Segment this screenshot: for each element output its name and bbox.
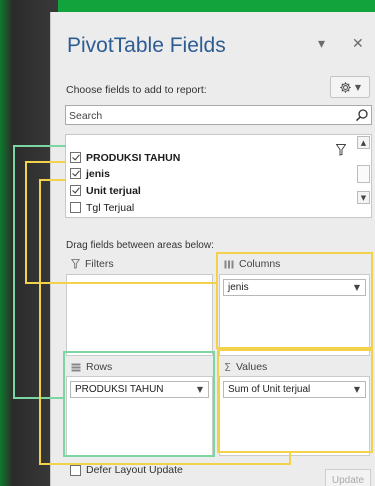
pane-options-dropdown[interactable]: ▾	[318, 36, 325, 52]
rows-icon	[71, 363, 81, 372]
scroll-down-icon[interactable]: ▼	[357, 191, 370, 204]
close-icon[interactable]: ✕	[352, 36, 364, 52]
columns-field-pill[interactable]: jenis ▼	[223, 279, 366, 296]
defer-label: Defer Layout Update	[86, 464, 183, 476]
columns-area[interactable]: jenis ▼	[219, 274, 370, 356]
rows-area[interactable]: PRODUKSI TAHUN ▼	[66, 376, 213, 456]
field-list: PRODUKSI TAHUN jenis Unit terjual Tgl Te…	[65, 134, 372, 218]
sigma-icon: Σ	[224, 360, 231, 374]
choose-fields-label: Choose fields to add to report:	[66, 84, 207, 96]
field-item-jenis[interactable]: jenis	[70, 166, 110, 181]
pane-title: PivotTable Fields	[67, 34, 226, 57]
update-button[interactable]: Update	[325, 469, 371, 486]
field-label: PRODUKSI TAHUN	[86, 151, 181, 164]
field-label: jenis	[86, 167, 110, 180]
search-box	[65, 105, 372, 125]
field-item-tgl-terjual[interactable]: Tgl Terjual	[70, 200, 134, 215]
filter-icon	[71, 259, 80, 269]
values-area[interactable]: Sum of Unit terjual ▼	[219, 376, 370, 456]
chevron-down-icon[interactable]: ▼	[354, 283, 360, 292]
rows-header: Rows	[71, 358, 112, 376]
search-icon[interactable]	[355, 108, 369, 122]
pill-label: PRODUKSI TAHUN	[75, 384, 164, 395]
tools-button[interactable]: ▼	[330, 76, 370, 98]
field-list-scrollbar[interactable]: ▲ ▼	[357, 136, 370, 216]
columns-header: Columns	[224, 255, 280, 273]
filters-label: Filters	[85, 258, 114, 270]
columns-label: Columns	[239, 258, 281, 270]
field-item-produksi-tahun[interactable]: PRODUKSI TAHUN	[70, 150, 180, 165]
field-label: Unit terjual	[86, 184, 141, 197]
filters-header: Filters	[71, 255, 114, 273]
drag-instruction: Drag fields between areas below:	[66, 240, 214, 251]
rows-field-pill[interactable]: PRODUKSI TAHUN ▼	[70, 381, 209, 398]
gear-icon	[340, 81, 351, 93]
values-header: Σ Values	[224, 358, 267, 376]
field-item-unit-terjual[interactable]: Unit terjual	[70, 183, 141, 198]
chevron-down-icon[interactable]: ▼	[197, 385, 203, 394]
rows-label: Rows	[86, 361, 113, 373]
field-checkbox[interactable]	[70, 185, 81, 196]
pill-label: jenis	[228, 282, 249, 293]
field-label: Tgl Terjual	[86, 201, 135, 214]
values-field-pill[interactable]: Sum of Unit terjual ▼	[223, 381, 366, 398]
pivot-fields-pane: PivotTable Fields ▾ ✕ Choose fields to a…	[50, 12, 375, 486]
defer-checkbox[interactable]	[70, 464, 81, 476]
filters-area[interactable]	[66, 274, 213, 356]
defer-layout-update[interactable]: Defer Layout Update	[70, 464, 183, 476]
search-input[interactable]	[66, 107, 346, 125]
filter-icon[interactable]	[336, 144, 346, 156]
columns-icon	[224, 260, 234, 269]
chevron-down-icon: ▼	[354, 82, 362, 92]
chevron-down-icon[interactable]: ▼	[354, 385, 360, 394]
field-checkbox[interactable]	[70, 202, 81, 213]
scroll-up-icon[interactable]: ▲	[357, 136, 370, 149]
values-label: Values	[235, 361, 268, 373]
field-checkbox[interactable]	[70, 168, 81, 179]
pill-label: Sum of Unit terjual	[228, 384, 311, 395]
scrollbar-thumb[interactable]	[357, 165, 370, 183]
field-checkbox[interactable]	[70, 152, 81, 163]
